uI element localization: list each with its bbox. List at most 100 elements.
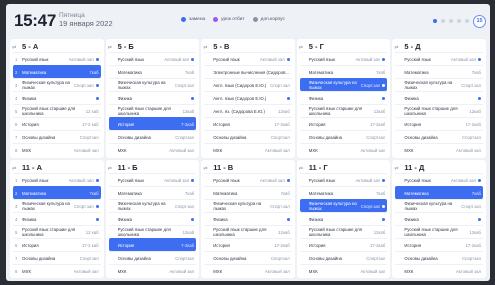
lesson-row[interactable]: Физика <box>299 91 388 104</box>
lesson-row[interactable]: История 17-2каб <box>204 238 292 251</box>
lesson-row[interactable]: Основы дизайна Спортзал <box>395 251 483 264</box>
class-card[interactable]: ⇄ 11 - Д Русский язык Актовый зал Математика… <box>392 160 486 278</box>
lesson-row[interactable]: Русский язык старшие для школьника 12каб <box>299 104 388 117</box>
lesson-row[interactable]: Русский язык Актовый зал <box>204 173 292 186</box>
lesson-row[interactable]: Физическая культура на лыжах Спорт.зал <box>395 78 483 91</box>
lesson-row[interactable]: 8 МХК Актовый зал <box>13 264 101 277</box>
lesson-row[interactable]: МХК Актовый зал <box>108 264 197 277</box>
lesson-row[interactable]: МХК Актовый зал <box>299 264 388 277</box>
lesson-row[interactable]: Основы дизайна Спортзал <box>395 130 483 143</box>
lesson-row[interactable]: Основы дизайна Спортзал <box>108 130 197 143</box>
replacement-mark-icon <box>95 204 99 208</box>
lesson-row[interactable]: Русский язык Актовый зал <box>204 52 292 65</box>
lesson-row[interactable]: Математика 7каб <box>204 186 292 199</box>
lesson-row[interactable]: 3 Физическая культура на лыжах Спорт.зал <box>13 199 101 212</box>
lesson-row[interactable]: Русский язык старшие для школьника 12каб <box>395 225 483 238</box>
replacement-mark-icon <box>191 57 195 61</box>
lesson-row[interactable]: Англ. язык (Сидоров Е.Ю.) Спорт.зал <box>204 78 292 91</box>
class-card[interactable]: ⇄ 5 - Д Русский язык Актовый зал Математика 7… <box>392 39 486 158</box>
lesson-row[interactable]: 2 Математика 7каб <box>13 65 101 78</box>
lesson-row[interactable]: Физическая культура на лыжах Спорт.зал <box>204 199 292 212</box>
lesson-row[interactable]: 4 Физика <box>13 212 101 225</box>
lesson-row[interactable]: Англ. яз. (Сидорова Е.Ю.) 12каб <box>204 104 292 117</box>
class-card[interactable]: ⇄ 5 - Г Русский язык Актовый зал Математика 7… <box>296 39 391 158</box>
lesson-row[interactable]: 5 Русский язык старшие для школьника 12 ка… <box>13 225 101 238</box>
schedule-screen: 15:47 Пятница 19 января 2022 замена урок… <box>6 4 490 281</box>
lesson-row[interactable]: МХК Актовый зал <box>204 264 292 277</box>
lesson-row[interactable]: Русский язык Актовый зал <box>299 173 388 186</box>
lesson-row[interactable]: История 17-2каб <box>395 238 483 251</box>
page-dot-icon[interactable] <box>465 19 469 23</box>
lesson-row[interactable]: История 7-2каб <box>108 117 197 130</box>
lesson-row[interactable]: История 17-2каб <box>395 117 483 130</box>
lesson-row[interactable]: Основы дизайна Спортзал <box>204 130 292 143</box>
lesson-row[interactable]: Математика 7каб <box>299 186 388 199</box>
lesson-row[interactable]: 4 Физика <box>13 91 101 104</box>
lesson-row[interactable]: 2 Математика 7каб <box>13 186 101 199</box>
lesson-row[interactable]: Математика 7каб <box>395 65 483 78</box>
lesson-row[interactable]: Русский язык старшие для школьника 12каб <box>108 104 197 117</box>
count-badge[interactable]: 15 <box>473 15 486 28</box>
lesson-row[interactable]: История 17-2каб <box>299 117 388 130</box>
lesson-row[interactable]: Электронные вычисления (Сидоров... <box>204 65 292 78</box>
class-card[interactable]: ⇄ 11 - Г Русский язык Актовый зал Математика… <box>296 160 391 278</box>
lesson-row[interactable]: Математика 7каб <box>299 65 388 78</box>
lesson-row[interactable]: МХК Актовый зал <box>204 143 292 156</box>
lesson-row[interactable]: Физика <box>299 212 388 225</box>
page-indicator[interactable] <box>433 19 469 23</box>
lesson-row[interactable]: Русский язык старшие для школьника 12каб <box>299 225 388 238</box>
class-card[interactable]: ⇄ 11 - В Русский язык Актовый зал Математика… <box>201 160 295 278</box>
lesson-row[interactable]: Основы дизайна Спортзал <box>204 251 292 264</box>
lesson-row[interactable]: Основы дизайна Спортзал <box>108 251 197 264</box>
class-card[interactable]: ⇄ 11 - А 1 Русский язык Актовый зал 2 Математи… <box>10 160 104 278</box>
lesson-row[interactable]: 7 Основы дизайна Спортзал <box>13 130 101 143</box>
lesson-row[interactable]: Русский язык Актовый зал <box>395 173 483 186</box>
lesson-row[interactable]: Физика <box>204 212 292 225</box>
lesson-row[interactable]: 5 Русский язык старшие для школьника 12 ка… <box>13 104 101 117</box>
lesson-row[interactable]: Русский язык старшие для школьника 12каб <box>204 225 292 238</box>
lesson-row[interactable]: 6 История 17-2 каб <box>13 117 101 130</box>
lesson-row[interactable]: Русский язык Актовый зал <box>395 52 483 65</box>
lesson-row[interactable]: Русский язык Актовый зал <box>299 52 388 65</box>
lesson-row[interactable]: 1 Русский язык Актовый зал <box>13 173 101 186</box>
page-dot-icon[interactable] <box>449 19 453 23</box>
class-card[interactable]: ⇄ 5 - А 1 Русский язык Актовый зал 2 Математик… <box>10 39 104 158</box>
lesson-row[interactable]: 8 МХК Актовый зал <box>13 143 101 156</box>
lesson-row[interactable]: Русский язык старшие для школьника 12каб <box>108 225 197 238</box>
lesson-row[interactable]: Физическая культура на лыжах Спорт.зал <box>299 78 388 91</box>
class-card[interactable]: ⇄ 11 - Б Русский язык Актовый зал Математика… <box>105 160 200 278</box>
lesson-row[interactable]: Физика <box>108 212 197 225</box>
page-dot-icon[interactable] <box>433 19 437 23</box>
lesson-row[interactable]: Физика <box>108 91 197 104</box>
lesson-row[interactable]: 3 Физическая культура на лыжах Спорт.зал <box>13 78 101 91</box>
lesson-row[interactable]: Основы дизайна Спортзал <box>299 130 388 143</box>
lesson-row[interactable]: Физика <box>395 212 483 225</box>
lesson-row[interactable]: МХК Актовый зал <box>108 143 197 156</box>
lesson-row[interactable]: Физическая культура на лыжах Спорт.зал <box>395 199 483 212</box>
lesson-row[interactable]: Физическая культура на лыжах Спорт.зал <box>108 78 197 91</box>
lesson-row[interactable]: История 7-2каб <box>108 238 197 251</box>
class-card[interactable]: ⇄ 5 - Б Русский язык Актовый зал Математика 7… <box>105 39 200 158</box>
lesson-row[interactable]: МХК Актовый зал <box>395 264 483 277</box>
lesson-row[interactable]: Физика <box>395 91 483 104</box>
lesson-row[interactable]: Основы дизайна Спортзал <box>299 251 388 264</box>
lesson-row[interactable]: Русский язык старшие для школьника 12каб <box>395 104 483 117</box>
lesson-row[interactable]: Русский язык Актовый зал <box>108 173 197 186</box>
lesson-row[interactable]: 6 История 17-2 каб <box>13 238 101 251</box>
lesson-row[interactable]: Математика 7каб <box>108 65 197 78</box>
lesson-row[interactable]: Физическая культура на лыжах Спорт.зал <box>108 199 197 212</box>
lesson-row[interactable]: История 17-2каб <box>204 117 292 130</box>
class-card[interactable]: ⇄ 5 - В Русский язык Актовый зал Электронные… <box>201 39 295 158</box>
lesson-row[interactable]: 1 Русский язык Актовый зал <box>13 52 101 65</box>
page-dot-icon[interactable] <box>457 19 461 23</box>
lesson-row[interactable]: Физическая культура на лыжах Спорт.зал <box>299 199 388 212</box>
lesson-row[interactable]: Математика 7каб <box>395 186 483 199</box>
lesson-row[interactable]: Математика 7каб <box>108 186 197 199</box>
lesson-row[interactable]: Русский язык Актовый зал <box>108 52 197 65</box>
lesson-row[interactable]: История 17-2каб <box>299 238 388 251</box>
lesson-row[interactable]: МХК Актовый зал <box>395 143 483 156</box>
lesson-row[interactable]: Англ. язык (Сидоров Е.Ю.) <box>204 91 292 104</box>
lesson-row[interactable]: 7 Основы дизайна Спортзал <box>13 251 101 264</box>
lesson-row[interactable]: МХК Актовый зал <box>299 143 388 156</box>
page-dot-icon[interactable] <box>441 19 445 23</box>
